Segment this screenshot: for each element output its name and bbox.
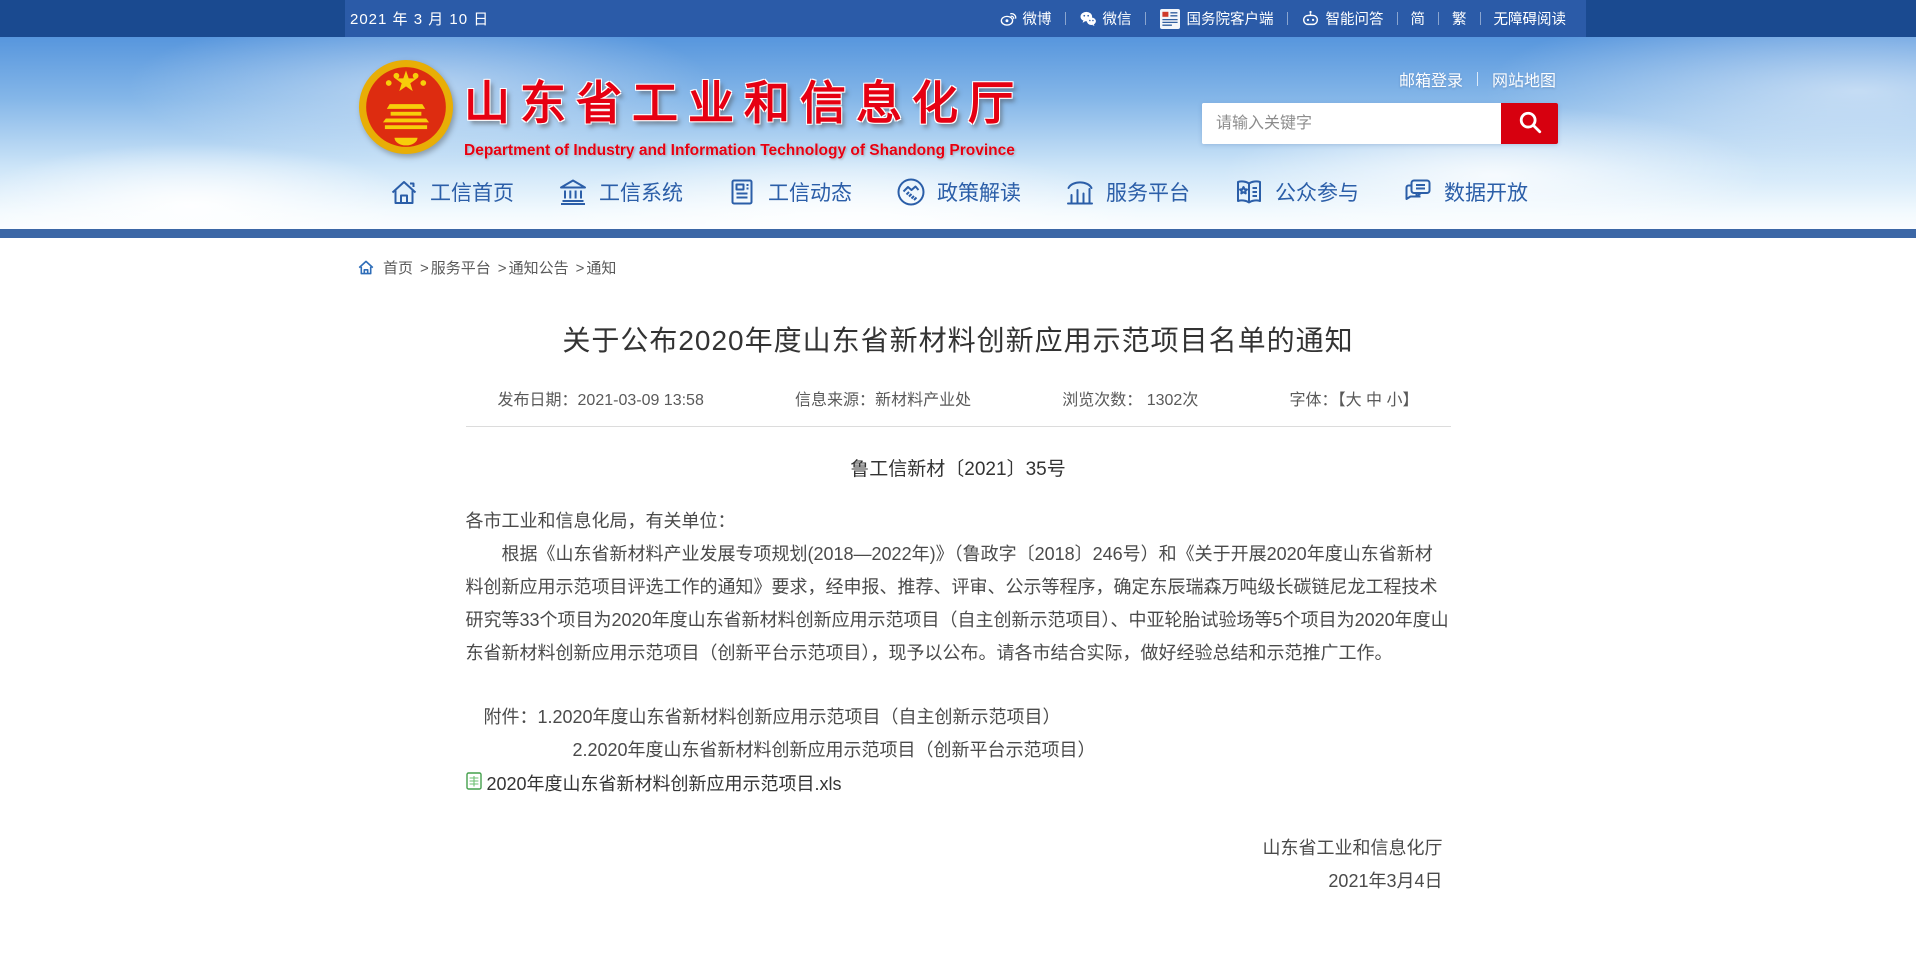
- logo-text: 山东省工业和信息化厅 Department of Industry and In…: [464, 59, 1024, 160]
- article-title: 关于公布2020年度山东省新材料创新应用示范项目名单的通知: [358, 319, 1558, 359]
- home-icon: [388, 176, 420, 208]
- nav-item-services[interactable]: 服务平台: [1064, 176, 1190, 208]
- book-icon: [1233, 176, 1265, 208]
- robot-icon: [1301, 9, 1320, 28]
- national-emblem-icon: [358, 59, 454, 155]
- breadcrumb-notice[interactable]: 通知: [576, 257, 617, 278]
- search-icon: [1517, 109, 1543, 138]
- breadcrumb-service-platform[interactable]: 服务平台: [420, 257, 491, 278]
- view-count: 浏览次数： 1302次: [1062, 386, 1198, 410]
- nav-label: 政策解读: [937, 177, 1021, 207]
- info-source: 信息来源：新材料产业处: [795, 386, 971, 410]
- search-button[interactable]: [1501, 103, 1558, 144]
- nav-item-news[interactable]: 工信动态: [726, 176, 852, 208]
- page: 2021 年 3 月 10 日 微博 微信: [0, 0, 1916, 898]
- gov-client-label: 国务院客户端: [1187, 8, 1274, 29]
- issuing-authority: 山东省工业和信息化厅: [466, 832, 1451, 865]
- header-inner: 山东省工业和信息化厅 Department of Industry and In…: [358, 37, 1558, 229]
- mail-login-link[interactable]: 邮箱登录: [1399, 67, 1463, 91]
- info-source-label: 信息来源：: [795, 392, 875, 409]
- nav-label: 工信动态: [768, 177, 852, 207]
- site-name-english: Department of Industry and Information T…: [464, 142, 1024, 160]
- font-size-options[interactable]: 【大 中 小】: [1338, 392, 1419, 409]
- separator: [1287, 12, 1288, 25]
- traditional-label: 繁: [1452, 8, 1467, 29]
- separator: [1480, 12, 1481, 25]
- site-name: 山东省工业和信息化厅: [464, 77, 1024, 129]
- nav-label: 服务平台: [1106, 177, 1190, 207]
- quick-links: 邮箱登录 网站地图: [1399, 67, 1556, 91]
- issue-date: 2021年3月4日: [466, 865, 1451, 898]
- simplified-chinese-link[interactable]: 简: [1411, 8, 1426, 29]
- home-icon: [358, 260, 374, 275]
- simplified-label: 简: [1411, 8, 1426, 29]
- article-meta: 发布日期：2021-03-09 13:58 信息来源：新材料产业处 浏览次数： …: [466, 386, 1451, 427]
- publish-date: 发布日期：2021-03-09 13:58: [498, 386, 704, 410]
- traditional-chinese-link[interactable]: 繁: [1452, 8, 1467, 29]
- separator: [1438, 12, 1439, 25]
- separator: [1397, 12, 1398, 25]
- breadcrumb-notices[interactable]: 通知公告: [498, 257, 569, 278]
- nav-label: 工信系统: [599, 177, 683, 207]
- nav-label: 公众参与: [1275, 177, 1359, 207]
- excel-file-icon: [466, 768, 482, 801]
- publish-date-value: 2021-03-09 13:58: [578, 392, 704, 409]
- font-size-control: 字体：【大 中 小】: [1290, 386, 1419, 410]
- news-icon: [726, 176, 758, 208]
- chat-icon: [1402, 176, 1434, 208]
- site-logo[interactable]: 山东省工业和信息化厅 Department of Industry and In…: [358, 59, 1024, 160]
- search-bar: [1202, 103, 1558, 144]
- nav-item-open-data[interactable]: 数据开放: [1402, 176, 1528, 208]
- search-input[interactable]: [1202, 103, 1501, 144]
- smart-qa-link[interactable]: 智能问答: [1301, 8, 1384, 29]
- salutation: 各市工业和信息化局，有关单位：: [466, 505, 1451, 538]
- nav-label: 数据开放: [1444, 177, 1528, 207]
- document-number: 鲁工信新材〔2021〕35号: [466, 453, 1451, 486]
- site-header: 山东省工业和信息化厅 Department of Industry and In…: [0, 37, 1916, 229]
- chart-icon: [1064, 176, 1096, 208]
- attachment-line-2: 2.2020年度山东省新材料创新应用示范项目（创新平台示范项目）: [466, 734, 1451, 767]
- view-count-label: 浏览次数：: [1062, 392, 1146, 409]
- attachment-line-1: 附件：1.2020年度山东省新材料创新应用示范项目（自主创新示范项目）: [466, 701, 1451, 734]
- current-date: 2021 年 3 月 10 日: [350, 8, 489, 29]
- handshake-icon: [895, 176, 927, 208]
- wechat-icon: [1079, 10, 1097, 27]
- separator: [1065, 12, 1066, 25]
- accessibility-link[interactable]: 无障碍阅读: [1494, 8, 1567, 29]
- view-count-value: 1302次: [1147, 392, 1199, 409]
- body-paragraph: 根据《山东省新材料产业发展专项规划(2018—2022年)》（鲁政字〔2018〕…: [466, 538, 1451, 670]
- weibo-icon: [1000, 10, 1017, 27]
- breadcrumb: 首页 服务平台 通知公告 通知: [358, 257, 1558, 278]
- gov-client-icon: [1159, 8, 1181, 30]
- wechat-label: 微信: [1103, 8, 1132, 29]
- article-page: 首页 服务平台 通知公告 通知 关于公布2020年度山东省新材料创新应用示范项目…: [358, 238, 1558, 898]
- wechat-link[interactable]: 微信: [1079, 8, 1132, 29]
- accessibility-label: 无障碍阅读: [1494, 8, 1567, 29]
- nav-item-system[interactable]: 工信系统: [557, 176, 683, 208]
- nav-item-policy[interactable]: 政策解读: [895, 176, 1021, 208]
- header-divider: [0, 229, 1916, 238]
- bank-icon: [557, 176, 589, 208]
- topbar-inner: 2021 年 3 月 10 日 微博 微信: [350, 0, 1566, 37]
- attachment-download-link[interactable]: 2020年度山东省新材料创新应用示范项目.xls: [466, 768, 1451, 801]
- separator: [1477, 72, 1478, 86]
- site-map-link[interactable]: 网站地图: [1492, 67, 1556, 91]
- gov-client-link[interactable]: 国务院客户端: [1159, 8, 1274, 30]
- info-source-value: 新材料产业处: [875, 392, 971, 409]
- publish-date-label: 发布日期：: [498, 392, 578, 409]
- weibo-label: 微博: [1023, 8, 1052, 29]
- topbar-links: 微博 微信 国务院客户端: [1000, 8, 1567, 30]
- weibo-link[interactable]: 微博: [1000, 8, 1052, 29]
- attachment-file-name[interactable]: 2020年度山东省新材料创新应用示范项目.xls: [487, 768, 842, 801]
- topbar: 2021 年 3 月 10 日 微博 微信: [0, 0, 1916, 37]
- article-body: 鲁工信新材〔2021〕35号 各市工业和信息化局，有关单位： 根据《山东省新材料…: [466, 453, 1451, 898]
- nav-label: 工信首页: [430, 177, 514, 207]
- separator: [1145, 12, 1146, 25]
- breadcrumb-home[interactable]: 首页: [383, 257, 413, 278]
- smart-qa-label: 智能问答: [1326, 8, 1384, 29]
- main-nav: 工信首页 工信系统 工信动态: [358, 165, 1558, 219]
- nav-item-home[interactable]: 工信首页: [388, 176, 514, 208]
- nav-item-participation[interactable]: 公众参与: [1233, 176, 1359, 208]
- font-size-label: 字体：: [1290, 392, 1338, 409]
